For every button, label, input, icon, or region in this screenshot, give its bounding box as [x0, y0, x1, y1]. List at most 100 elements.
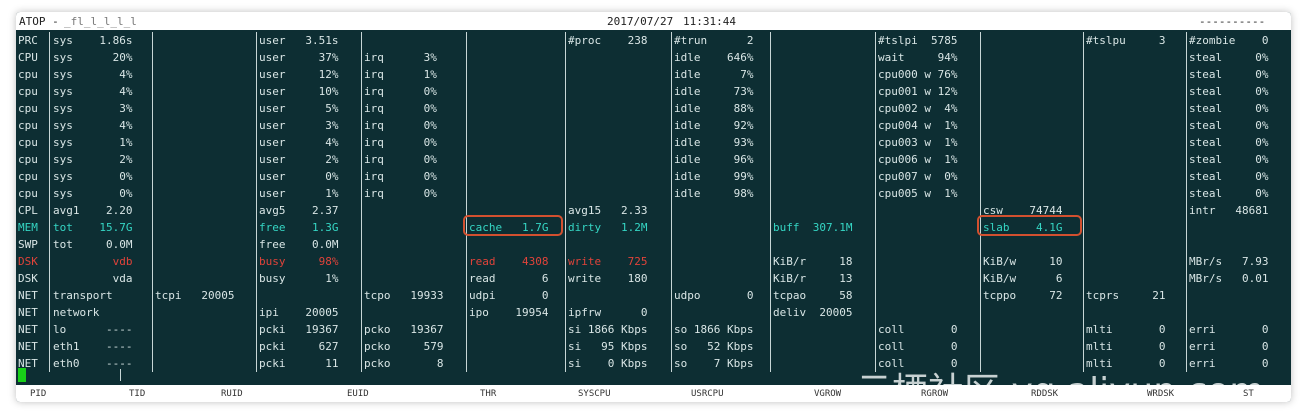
column-separator: [980, 253, 981, 270]
process-column-name: PID: [30, 389, 47, 399]
column-separator: [875, 168, 876, 185]
column-separator: [256, 338, 257, 355]
column-separator: [565, 270, 566, 287]
row-label: cpu: [18, 68, 38, 81]
column-separator: [49, 32, 50, 49]
stat-cell: mlti 0: [1086, 323, 1166, 336]
column-separator: [49, 49, 50, 66]
column-separator: [466, 32, 467, 49]
stat-cell: dirty 1.2M: [568, 221, 648, 234]
process-column-name: THR: [480, 389, 497, 399]
column-separator: [875, 117, 876, 134]
row-label: cpu: [18, 187, 38, 200]
stat-row: cpu sys 3% user 5% irq 0% idle 88% cpu002 w 4…: [16, 100, 1291, 117]
column-separator: [770, 134, 771, 151]
column-separator: [1186, 66, 1187, 83]
column-separator: [671, 100, 672, 117]
stat-cell: #trun 2: [674, 34, 754, 47]
column-separator: [1083, 287, 1084, 304]
column-separator-mark: [120, 369, 121, 381]
column-separator: [980, 304, 981, 321]
column-separator: [361, 117, 362, 134]
stat-cell: cpu006 w 1%: [878, 153, 958, 166]
column-separator: [256, 321, 257, 338]
column-separator: [671, 338, 672, 355]
column-separator: [361, 100, 362, 117]
stat-cell: si 95 Kbps: [568, 340, 648, 353]
column-separator: [1083, 253, 1084, 270]
stat-cell: sys 0%: [53, 170, 133, 183]
column-separator: [770, 185, 771, 202]
column-separator: [671, 219, 672, 236]
stat-cell: coll 0: [878, 323, 958, 336]
column-separator: [565, 66, 566, 83]
stat-cell: erri 0: [1189, 323, 1269, 336]
process-column-name: RGROW: [921, 389, 949, 399]
column-separator: [1186, 338, 1187, 355]
column-separator: [770, 83, 771, 100]
column-separator: [1083, 32, 1084, 49]
column-separator: [1083, 270, 1084, 287]
stat-cell: irq 0%: [364, 170, 437, 183]
stat-cell: irq 0%: [364, 187, 437, 200]
stat-cell: pcki 19367: [259, 323, 339, 336]
column-separator: [49, 219, 50, 236]
process-column-name: USRCPU: [691, 389, 724, 399]
column-separator: [256, 185, 257, 202]
column-separator: [49, 202, 50, 219]
column-separator: [49, 270, 50, 287]
column-separator: [770, 355, 771, 372]
stat-cell: steal 0%: [1189, 102, 1269, 115]
column-separator: [49, 185, 50, 202]
column-separator: [1186, 321, 1187, 338]
column-separator: [361, 304, 362, 321]
column-separator: [671, 134, 672, 151]
stat-cell: idle 98%: [674, 187, 754, 200]
row-label: DSK: [18, 272, 38, 285]
stat-cell: cpu000 w 76%: [878, 68, 958, 81]
stat-cell: sys 4%: [53, 68, 133, 81]
column-separator: [1083, 236, 1084, 253]
column-separator: [770, 66, 771, 83]
column-separator: [361, 32, 362, 49]
stat-cell: cpu003 w 1%: [878, 136, 958, 149]
stat-cell: pcki 11: [259, 357, 339, 370]
column-separator: [466, 185, 467, 202]
column-separator: [49, 117, 50, 134]
column-separator: [1083, 100, 1084, 117]
slab-highlight-box: [977, 215, 1082, 236]
column-separator: [256, 270, 257, 287]
column-separator: [980, 66, 981, 83]
column-separator: [466, 321, 467, 338]
row-label: CPU: [18, 51, 38, 64]
column-separator: [770, 338, 771, 355]
stat-cell: ipfrw 0: [568, 306, 648, 319]
stat-cell: tcpi 20005: [155, 289, 235, 302]
stat-cell: tcppo 72: [983, 289, 1063, 302]
column-separator: [152, 202, 153, 219]
stat-cell: tcpo 19933: [364, 289, 444, 302]
column-separator: [152, 338, 153, 355]
column-separator: [49, 100, 50, 117]
stat-cell: so 1866 Kbps: [674, 323, 754, 336]
column-separator: [361, 236, 362, 253]
column-separator: [1083, 338, 1084, 355]
column-separator: [671, 83, 672, 100]
process-column-name: RUID: [221, 389, 243, 399]
stat-cell: irq 0%: [364, 153, 437, 166]
stat-cell: sys 2%: [53, 153, 133, 166]
date-label: 2017/07/27: [607, 15, 674, 28]
column-separator: [671, 321, 672, 338]
column-separator: [466, 100, 467, 117]
stat-cell: idle 73%: [674, 85, 754, 98]
column-separator: [770, 270, 771, 287]
column-separator: [466, 168, 467, 185]
column-separator: [466, 49, 467, 66]
stat-row: NET lo ---- pcki 19367 pcko 19367 si 1866 Kb…: [16, 321, 1291, 338]
column-separator: [1186, 83, 1187, 100]
process-column-name: WRDSK: [1147, 389, 1175, 399]
column-separator: [980, 117, 981, 134]
column-separator: [980, 49, 981, 66]
stat-cell: idle 93%: [674, 136, 754, 149]
stat-cell: network: [53, 306, 100, 319]
